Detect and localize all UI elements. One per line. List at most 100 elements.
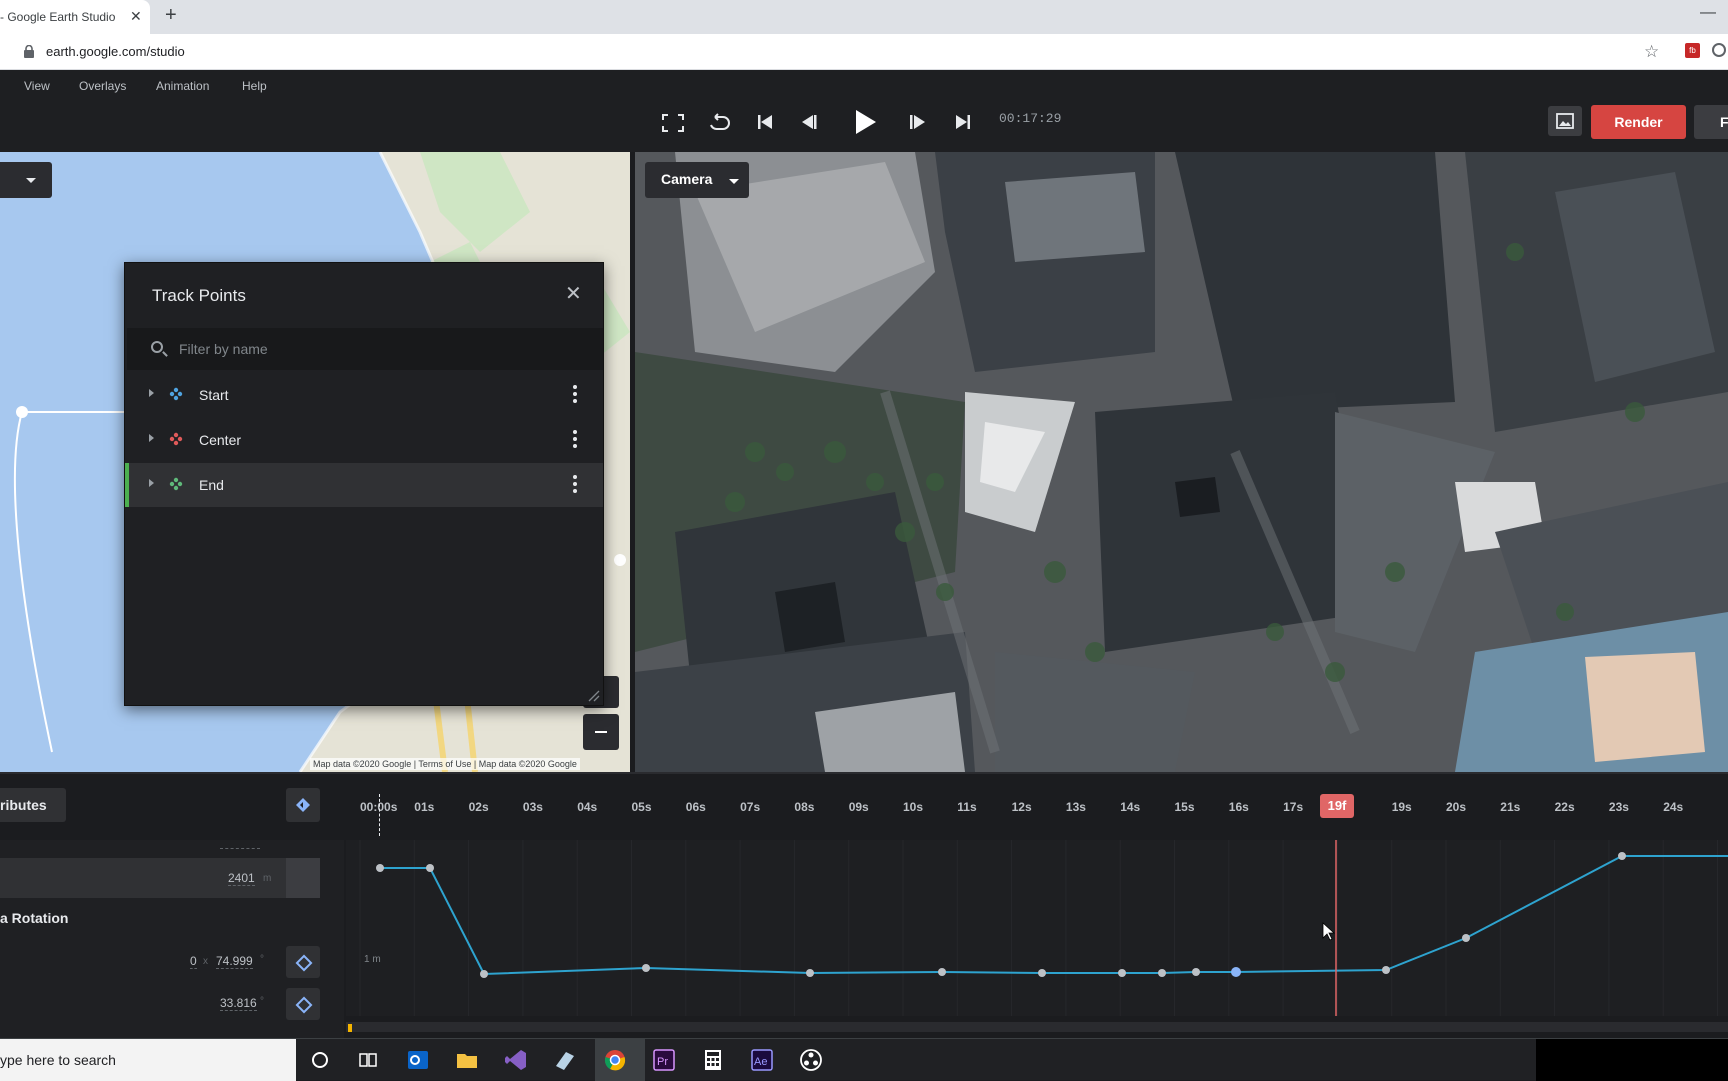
play-icon[interactable]: [854, 108, 878, 136]
minimize-icon[interactable]: —: [1700, 4, 1716, 22]
curve-graph[interactable]: 1 m: [346, 840, 1728, 1016]
track-point-row-start[interactable]: Start: [125, 373, 603, 417]
track-point-name: Center: [199, 432, 242, 448]
zoom-out-button[interactable]: [583, 714, 619, 750]
task-view-icon[interactable]: [356, 1048, 380, 1072]
premiere-icon[interactable]: Pr: [652, 1048, 676, 1072]
skip-end-icon[interactable]: [955, 113, 971, 131]
more-options-icon[interactable]: [573, 430, 577, 448]
3d-viewport[interactable]: Camera: [635, 152, 1728, 772]
rotation-y-unit: °: [260, 954, 264, 965]
bookmark-star-icon[interactable]: ☆: [1644, 42, 1659, 62]
rotation-y-value[interactable]: 74.999: [216, 954, 253, 969]
render-button[interactable]: Render: [1591, 105, 1686, 139]
resize-handle-icon[interactable]: [587, 689, 601, 703]
ruler-tick-label: 09s: [848, 800, 869, 814]
taskbar-search[interactable]: [0, 1039, 296, 1081]
url-field[interactable]: earth.google.com/studio: [46, 44, 185, 59]
keyframe-toggle-button[interactable]: [286, 788, 320, 822]
step-forward-icon[interactable]: [909, 113, 927, 131]
keyframe-point: [480, 970, 488, 978]
timecode: 00:17:29: [999, 111, 1062, 126]
browser-tab[interactable]: - Google Earth Studio ✕: [0, 0, 150, 34]
keyframe-point: [1618, 852, 1626, 860]
calculator-icon[interactable]: [701, 1048, 725, 1072]
taskbar: Pr Ae: [0, 1038, 1728, 1081]
ruler-tick-label: 04s: [577, 800, 598, 814]
track-point-name: Start: [199, 387, 229, 403]
snapshot-button[interactable]: [1548, 106, 1582, 136]
ruler-tick-label: 15s: [1174, 800, 1195, 814]
value-curve-line: [380, 855, 1728, 976]
fullscreen-icon[interactable]: [661, 113, 685, 133]
file-explorer-icon[interactable]: [455, 1048, 479, 1072]
menu-view[interactable]: View: [24, 79, 50, 93]
close-icon[interactable]: ✕: [565, 281, 582, 306]
after-effects-icon[interactable]: Ae: [750, 1048, 774, 1072]
track-point-marker: [614, 554, 626, 566]
camera-rotation-section[interactable]: a Rotation: [0, 910, 68, 926]
add-keyframe-button[interactable]: [286, 988, 320, 1020]
image-icon: [1556, 113, 1574, 129]
filter-input[interactable]: [179, 339, 579, 359]
new-tab-icon[interactable]: +: [165, 4, 177, 27]
track-point-row-end[interactable]: End: [125, 463, 603, 507]
track-point-icon: [169, 477, 183, 491]
menu-animation[interactable]: Animation: [156, 79, 209, 93]
visual-studio-icon[interactable]: [504, 1048, 528, 1072]
track-point-marker: [16, 406, 28, 418]
rotation-x-value[interactable]: 0: [190, 954, 197, 969]
attribute-row-altitude[interactable]: 2401 m: [0, 858, 320, 898]
ruler-tick-label: 23s: [1608, 800, 1629, 814]
loop-icon[interactable]: [706, 113, 732, 133]
svg-text:Ae: Ae: [754, 1056, 767, 1068]
ruler-tick-label: 01s: [414, 800, 435, 814]
browser-tab-bar: - Google Earth Studio ✕ + —: [0, 0, 1728, 34]
ruler-tick-label: 08s: [794, 800, 815, 814]
keyframe-point: [1158, 969, 1166, 977]
step-back-icon[interactable]: [800, 113, 818, 131]
taskbar-search-input[interactable]: [0, 1050, 290, 1070]
expand-caret-icon[interactable]: [149, 434, 154, 442]
obs-icon[interactable]: [799, 1048, 823, 1072]
ruler-tick-label: 22s: [1554, 800, 1575, 814]
playhead-marker[interactable]: 19f: [1320, 794, 1354, 818]
ruler-tick-label: 05s: [631, 800, 652, 814]
tab-close-icon[interactable]: ✕: [130, 8, 142, 25]
altitude-unit: m: [263, 873, 272, 884]
altitude-value[interactable]: 2401: [228, 871, 255, 886]
camera-dropdown[interactable]: Camera: [645, 162, 749, 198]
add-keyframe-button[interactable]: [286, 946, 320, 978]
timeline-scrollbar[interactable]: [346, 1022, 1728, 1032]
skip-start-icon[interactable]: [757, 113, 773, 131]
chrome-icon[interactable]: [603, 1048, 627, 1072]
taskbar-tray: [1536, 1039, 1728, 1081]
expand-caret-icon[interactable]: [149, 389, 154, 397]
extension-icon[interactable]: [1712, 43, 1726, 57]
menu-overlays[interactable]: Overlays: [79, 79, 126, 93]
keyframe-point: [1231, 967, 1241, 977]
ruler-tick-label: 24s: [1663, 800, 1684, 814]
track-point-row-center[interactable]: Center: [125, 418, 603, 462]
more-options-icon[interactable]: [573, 385, 577, 403]
more-options-icon[interactable]: [573, 475, 577, 493]
photos-icon[interactable]: [553, 1048, 577, 1072]
keyframe-point: [806, 969, 814, 977]
keyframe-point: [1038, 969, 1046, 977]
ruler-tick-label: 06s: [685, 800, 706, 814]
ruler-tick-label: 10s: [903, 800, 924, 814]
start-marker: [379, 794, 380, 836]
map-view-dropdown[interactable]: [0, 162, 52, 198]
outlook-icon[interactable]: [406, 1048, 430, 1072]
ruler-tick-label: 20s: [1446, 800, 1467, 814]
cortana-icon[interactable]: [308, 1048, 332, 1072]
rotation-z-value[interactable]: 33.816: [220, 996, 257, 1011]
attributes-tab[interactable]: ributes: [0, 788, 66, 822]
menu-help[interactable]: Help: [242, 79, 267, 93]
expand-caret-icon[interactable]: [149, 479, 154, 487]
ruler-tick-label: 21s: [1500, 800, 1521, 814]
extension-icon[interactable]: fb: [1685, 43, 1700, 58]
keyframe-point: [642, 964, 650, 972]
file-button[interactable]: F: [1694, 105, 1728, 139]
timeline-scroll-thumb[interactable]: [348, 1024, 352, 1032]
